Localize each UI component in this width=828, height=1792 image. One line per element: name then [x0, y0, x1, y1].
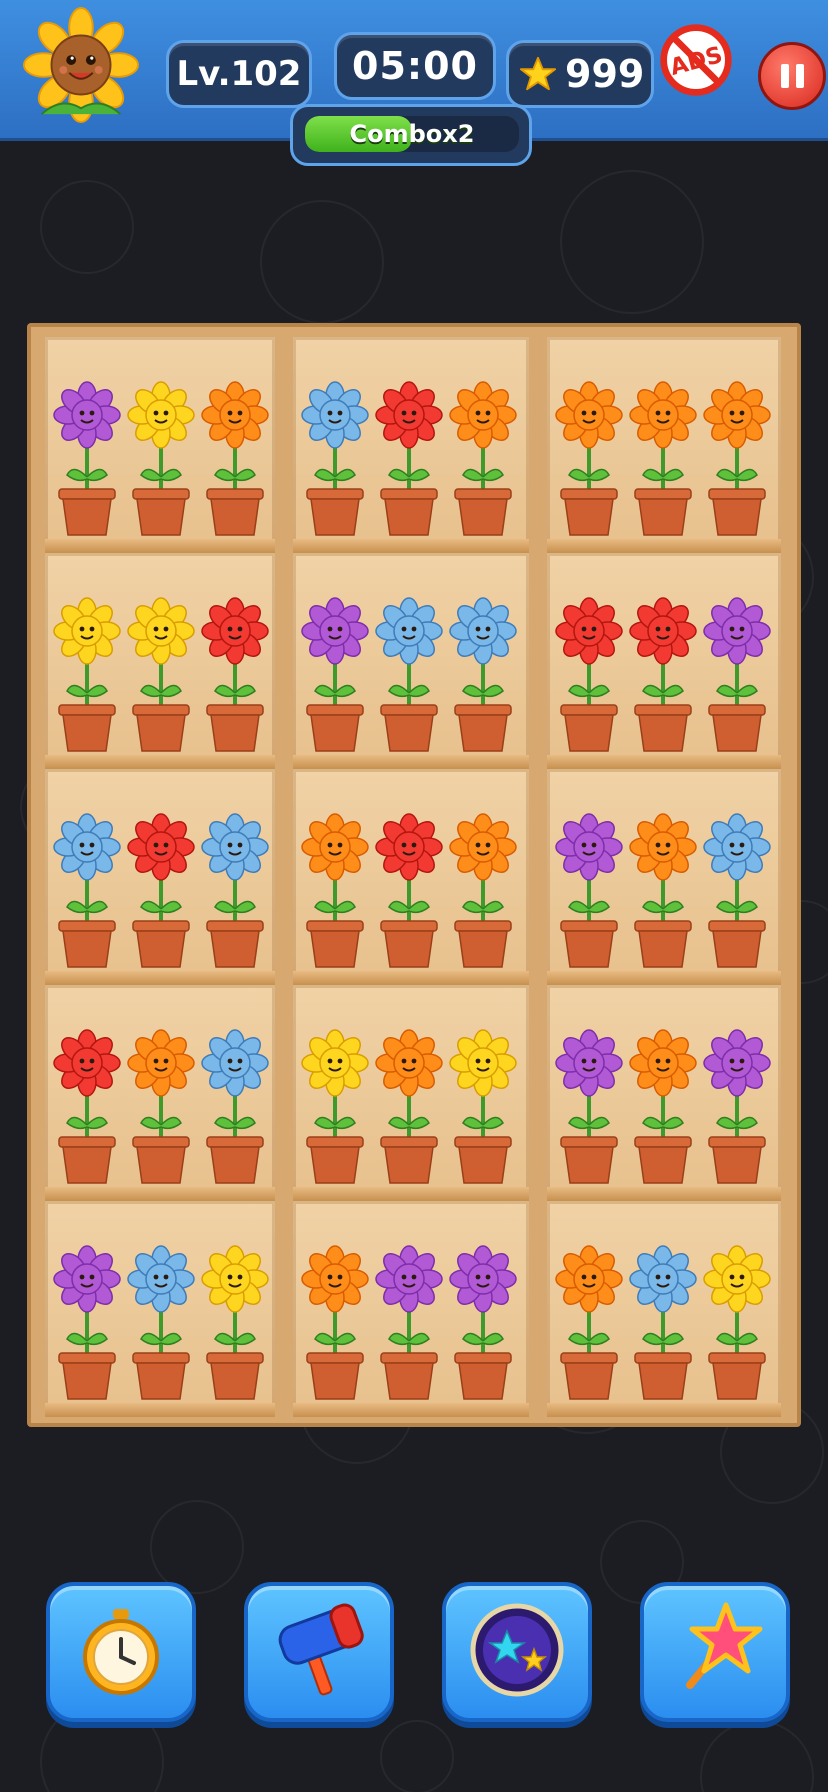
- flower-pot-yellow[interactable]: [299, 1025, 371, 1185]
- shelf-cell[interactable]: [45, 985, 275, 1201]
- flower-pot-blue[interactable]: [125, 1241, 197, 1401]
- shelf-cell[interactable]: [547, 769, 781, 985]
- flower-pot-purple[interactable]: [299, 593, 371, 753]
- flower-pot-yellow[interactable]: [51, 593, 123, 753]
- flower-pot-orange[interactable]: [553, 377, 625, 537]
- shelf-ledge: [293, 755, 529, 769]
- flower-pot-purple[interactable]: [553, 1025, 625, 1185]
- hammer-icon: [264, 1595, 374, 1709]
- star-icon: [519, 56, 557, 91]
- shelf-cell[interactable]: [45, 769, 275, 985]
- shelf-cell[interactable]: [293, 769, 529, 985]
- flower-pot-orange[interactable]: [299, 1241, 371, 1401]
- shelf-ledge: [45, 1187, 275, 1201]
- shelf-ledge: [45, 755, 275, 769]
- flower-pot-orange[interactable]: [553, 1241, 625, 1401]
- shelf-ledge: [293, 539, 529, 553]
- combo-meter: Combox2: [290, 104, 532, 166]
- flower-pot-yellow[interactable]: [125, 377, 197, 537]
- flower-pot-blue[interactable]: [447, 593, 519, 753]
- flower-pot-purple[interactable]: [553, 809, 625, 969]
- magic-wand-icon: [660, 1595, 770, 1709]
- flower-pot-orange[interactable]: [627, 1025, 699, 1185]
- sunflower-avatar-icon[interactable]: [22, 6, 140, 124]
- level-indicator: Lv.102: [166, 40, 312, 108]
- stopwatch-icon: [66, 1595, 176, 1709]
- shelf-ledge: [45, 539, 275, 553]
- shelf-cell[interactable]: [45, 553, 275, 769]
- shelf-cell[interactable]: [547, 985, 781, 1201]
- flower-pot-orange[interactable]: [447, 377, 519, 537]
- shelf-cell[interactable]: [45, 1201, 275, 1417]
- flower-pot-blue[interactable]: [51, 809, 123, 969]
- shelf-ledge: [547, 1187, 781, 1201]
- flower-pot-purple[interactable]: [447, 1241, 519, 1401]
- shelf-cell[interactable]: [547, 553, 781, 769]
- flower-pot-orange[interactable]: [125, 1025, 197, 1185]
- shelf-cell[interactable]: [293, 985, 529, 1201]
- flower-pot-blue[interactable]: [701, 809, 773, 969]
- flower-pot-red[interactable]: [553, 593, 625, 753]
- magic-wand-booster[interactable]: [640, 1582, 790, 1722]
- flower-pot-purple[interactable]: [373, 1241, 445, 1401]
- shelf-cell[interactable]: [293, 337, 529, 553]
- star-portal-icon: [462, 1595, 572, 1709]
- shelf-ledge: [547, 971, 781, 985]
- flower-pot-orange[interactable]: [627, 809, 699, 969]
- flower-pot-orange[interactable]: [627, 377, 699, 537]
- shelf-ledge: [547, 1403, 781, 1417]
- flower-pot-purple[interactable]: [51, 1241, 123, 1401]
- combo-label: Combox2: [349, 120, 475, 148]
- flower-pot-orange[interactable]: [701, 377, 773, 537]
- shelf-cell[interactable]: [547, 1201, 781, 1417]
- shelf-cell[interactable]: [547, 337, 781, 553]
- flower-pot-orange[interactable]: [299, 809, 371, 969]
- flower-pot-orange[interactable]: [447, 809, 519, 969]
- flower-pot-red[interactable]: [373, 377, 445, 537]
- flower-pot-blue[interactable]: [373, 593, 445, 753]
- shelf-cell[interactable]: [293, 553, 529, 769]
- pause-icon: [780, 64, 789, 88]
- flower-pot-orange[interactable]: [199, 377, 271, 537]
- flower-pot-blue[interactable]: [299, 377, 371, 537]
- flower-pot-purple[interactable]: [701, 593, 773, 753]
- flower-pot-blue[interactable]: [199, 1025, 271, 1185]
- flower-shelf: [27, 323, 801, 1427]
- flower-pot-yellow[interactable]: [199, 1241, 271, 1401]
- flower-pot-orange[interactable]: [373, 1025, 445, 1185]
- flower-pot-red[interactable]: [199, 593, 271, 753]
- flower-pot-red[interactable]: [627, 593, 699, 753]
- flower-pot-purple[interactable]: [701, 1025, 773, 1185]
- flower-pot-red[interactable]: [125, 809, 197, 969]
- flower-pot-red[interactable]: [373, 809, 445, 969]
- flower-pot-yellow[interactable]: [701, 1241, 773, 1401]
- shelf-ledge: [45, 971, 275, 985]
- flower-pot-yellow[interactable]: [125, 593, 197, 753]
- shelf-ledge: [547, 539, 781, 553]
- shelf-cell[interactable]: [45, 337, 275, 553]
- stopwatch-booster[interactable]: [46, 1582, 196, 1722]
- pause-button[interactable]: [758, 42, 826, 110]
- shelf-ledge: [293, 971, 529, 985]
- hammer-booster[interactable]: [244, 1582, 394, 1722]
- shelf-ledge: [547, 755, 781, 769]
- flower-pot-red[interactable]: [51, 1025, 123, 1185]
- shelf-cell[interactable]: [293, 1201, 529, 1417]
- shelf-ledge: [293, 1187, 529, 1201]
- shelf-ledge: [293, 1403, 529, 1417]
- portal-booster[interactable]: [442, 1582, 592, 1722]
- flower-pot-yellow[interactable]: [447, 1025, 519, 1185]
- star-count: 999: [565, 52, 645, 96]
- remove-ads-button[interactable]: ADS: [658, 22, 734, 98]
- flower-pot-purple[interactable]: [51, 377, 123, 537]
- timer-display: 05:00: [334, 32, 496, 100]
- star-counter: 999: [506, 40, 654, 108]
- flower-pot-blue[interactable]: [627, 1241, 699, 1401]
- flower-pot-blue[interactable]: [199, 809, 271, 969]
- shelf-ledge: [45, 1403, 275, 1417]
